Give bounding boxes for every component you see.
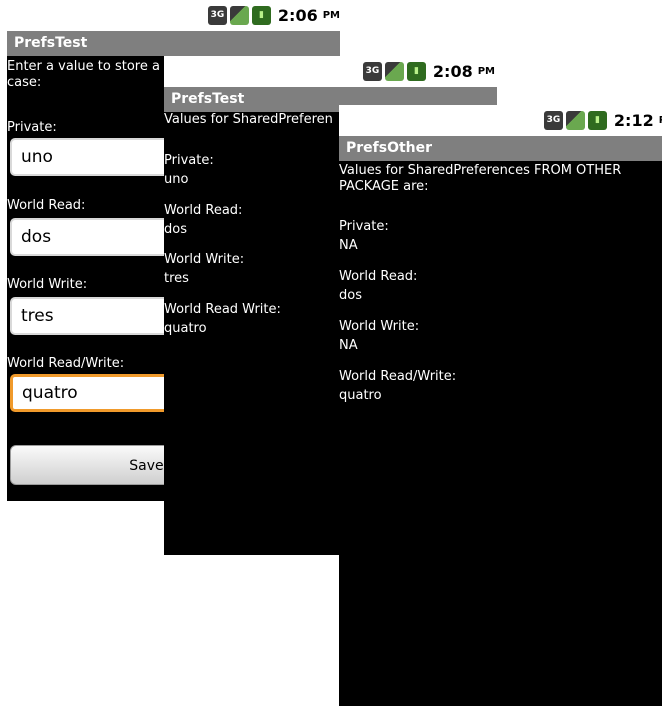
status-icons: 3G ▮ 2:06 PM xyxy=(207,6,340,25)
battery-icon: ▮ xyxy=(406,62,426,81)
world-read-write-value: quatro xyxy=(164,321,207,336)
world-read-value: dos xyxy=(339,288,362,303)
clock-time: 2:06 xyxy=(277,6,318,25)
signal-icon xyxy=(229,6,249,25)
world-write-value: tres xyxy=(164,271,189,286)
network-3g-icon: 3G xyxy=(207,6,227,25)
private-label: Private: xyxy=(339,219,389,234)
clock-ampm: PM xyxy=(477,66,495,77)
app-title: PrefsOther xyxy=(339,136,662,161)
world-read-value: dos xyxy=(164,222,187,237)
intro-text: Values for SharedPreferen xyxy=(164,112,333,127)
status-bar: 3G ▮ 2:06 PM xyxy=(7,0,340,31)
world-read-label: World Read: xyxy=(164,203,243,218)
private-label: Private: xyxy=(164,153,214,168)
world-write-label: World Write: xyxy=(164,252,245,267)
status-icons: 3G ▮ 2:08 PM xyxy=(362,62,495,81)
private-value: uno xyxy=(164,172,189,187)
intro-text: Values for SharedPreferences FROM OTHER … xyxy=(339,163,622,194)
signal-icon xyxy=(384,62,404,81)
private-value: NA xyxy=(339,238,358,253)
intro-text: Enter a value to store a case: xyxy=(7,59,160,90)
world-read-write-label: World Read Write: xyxy=(164,302,281,317)
clock-time: 2:08 xyxy=(432,62,473,81)
network-3g-icon: 3G xyxy=(543,111,563,130)
screen-prefsother-values: 3G ▮ 2:12PM PrefsOther Values for Shared… xyxy=(339,105,662,706)
world-read-write-label: World Read/Write: xyxy=(7,356,125,371)
app-title: PrefsTest xyxy=(7,31,340,56)
save-button[interactable]: Save p xyxy=(10,445,190,485)
status-bar: 3G ▮ 2:12PM xyxy=(339,105,662,136)
world-read-write-value: quatro xyxy=(339,388,382,403)
clock-time: 2:12 xyxy=(613,111,654,130)
world-read-label: World Read: xyxy=(339,269,418,284)
battery-icon: ▮ xyxy=(587,111,607,130)
world-write-value: NA xyxy=(339,338,358,353)
private-label: Private: xyxy=(7,120,57,135)
battery-icon: ▮ xyxy=(251,6,271,25)
world-read-label: World Read: xyxy=(7,198,86,213)
world-write-label: World Write: xyxy=(339,319,420,334)
clock-ampm: PM xyxy=(322,10,340,21)
content-area: Values for SharedPreferences FROM OTHER … xyxy=(339,161,662,706)
world-read-write-label: World Read/Write: xyxy=(339,369,457,384)
signal-icon xyxy=(565,111,585,130)
network-3g-icon: 3G xyxy=(362,62,382,81)
status-icons: 3G ▮ 2:12PM xyxy=(543,111,662,130)
world-write-label: World Write: xyxy=(7,277,88,292)
status-bar: 3G ▮ 2:08 PM xyxy=(164,56,497,87)
